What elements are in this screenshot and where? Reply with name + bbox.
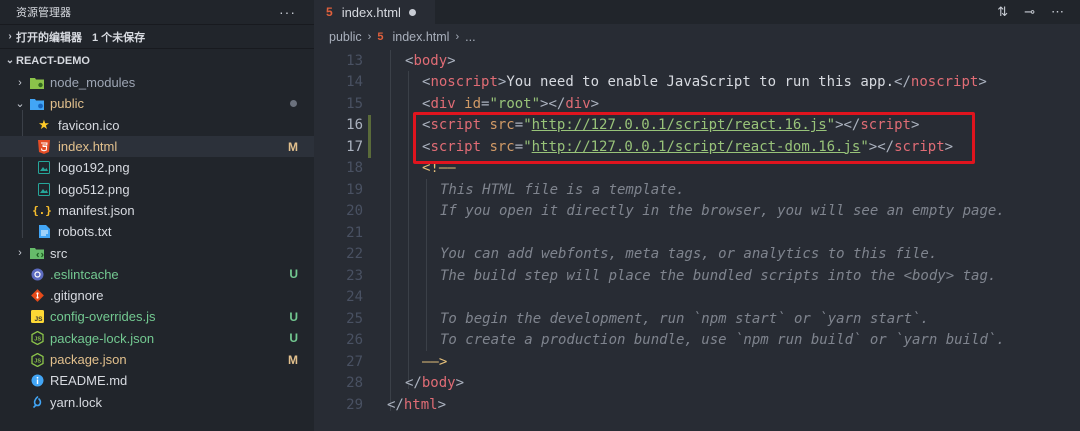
unsaved-dot[interactable] — [408, 8, 416, 16]
chevron-right-icon: › — [8, 31, 12, 42]
code-line: 20 If you open it directly in the browse… — [346, 203, 1005, 220]
project-section[interactable]: ⌄ REACT-DEMO — [0, 48, 314, 72]
code-line: 24 — [346, 289, 363, 306]
code-line: 13 <body> — [346, 52, 456, 69]
code-line: 26 To create a production bundle, use `n… — [346, 332, 1005, 349]
code-line: 25 To begin the development, run `npm st… — [346, 310, 929, 327]
tree-file-readme[interactable]: README.md — [0, 370, 314, 391]
npm-file-icon: JS — [30, 352, 44, 367]
chevron-right-icon: › — [18, 247, 22, 260]
tree-file-logo512[interactable]: logo512.png — [0, 178, 314, 199]
folder-node-icon — [30, 76, 44, 90]
code-line: 14 <noscript>You need to enable JavaScri… — [346, 74, 987, 91]
tree-file-config-overrides[interactable]: JS config-overrides.js U — [0, 306, 314, 327]
tree-folder-src[interactable]: › src — [0, 242, 314, 263]
git-file-icon — [30, 289, 44, 303]
yarn-file-icon — [30, 395, 44, 409]
tree-file-manifest[interactable]: {.} manifest.json — [0, 200, 314, 221]
chevron-down-icon: ⌄ — [5, 55, 15, 66]
unsaved-count: 1 个未保存 — [92, 31, 146, 44]
open-editors-section[interactable]: › 打开的编辑器 1 个未保存 — [0, 24, 314, 48]
npm-file-icon: JS — [30, 331, 44, 346]
eslint-file-icon — [30, 267, 44, 281]
chevron-right-icon: › — [18, 76, 22, 89]
more-actions-icon[interactable]: ··· — [279, 4, 296, 20]
more-actions-icon[interactable]: ⋯ — [1051, 4, 1064, 20]
tab-label: index.html — [341, 4, 401, 20]
svg-text:JS: JS — [34, 316, 43, 323]
folder-public-icon — [30, 97, 44, 111]
modified-dot — [290, 100, 297, 108]
breadcrumb: public › 5 index.html › ... — [314, 24, 1080, 50]
tab-index-html[interactable]: 5 index.html — [314, 0, 435, 24]
chevron-right-icon: › — [367, 31, 372, 43]
js-file-icon: JS — [30, 310, 44, 324]
html-file-icon: 5 — [377, 31, 384, 43]
comment-close-marker: ——> — [422, 353, 448, 370]
git-status-badge: U — [289, 309, 298, 324]
git-status-badge: U — [289, 331, 298, 346]
code-line: 29 </html> — [346, 396, 447, 413]
editor-actions: ⇅ ⊸ ⋯ — [997, 0, 1064, 24]
tree-folder-public[interactable]: ⌄ public — [0, 93, 314, 114]
html-file-icon — [37, 139, 51, 154]
explorer-sidebar: 资源管理器 ··· › 打开的编辑器 1 个未保存 ⌄ REACT-DEMO ›… — [0, 0, 314, 431]
image-file-icon — [37, 182, 51, 196]
tree-file-package-lock[interactable]: JS package-lock.json U — [0, 328, 314, 349]
code-line: 27 ——> — [346, 353, 448, 370]
breadcrumb-symbol[interactable]: ... — [465, 30, 475, 44]
open-editors-label: 打开的编辑器 — [16, 31, 82, 44]
tree-file-package-json[interactable]: JS package.json M — [0, 349, 314, 370]
code-area[interactable]: 13 <body> 14 <noscript>You need to enabl… — [314, 50, 1080, 431]
code-line: 23 The build step will place the bundled… — [346, 267, 997, 284]
open-changes-icon[interactable]: ⇅ — [997, 4, 1008, 20]
tree-folder-node-modules[interactable]: › node_modules — [0, 72, 314, 93]
breadcrumb-folder[interactable]: public — [329, 30, 362, 44]
git-status-badge: M — [288, 139, 298, 154]
tree-file-gitignore[interactable]: .gitignore — [0, 285, 314, 306]
tree-file-robots[interactable]: robots.txt — [0, 221, 314, 242]
chevron-right-icon: › — [455, 31, 460, 43]
star-icon: ★ — [38, 117, 50, 133]
breadcrumb-file[interactable]: index.html — [392, 30, 449, 44]
html-file-icon: 5 — [326, 5, 333, 19]
chevron-down-icon: ⌄ — [15, 98, 25, 111]
json-file-icon: {.} — [32, 203, 52, 217]
code-line: 22 You can add webfonts, meta tags, or a… — [346, 246, 938, 263]
info-file-icon — [30, 374, 44, 388]
code-line: 21 — [346, 224, 363, 241]
image-file-icon — [37, 161, 51, 175]
tree-file-favicon[interactable]: ★ favicon.ico — [0, 115, 314, 136]
code-line: 28 </body> — [346, 375, 465, 392]
tab-bar: 5 index.html ⇅ ⊸ ⋯ — [314, 0, 1080, 24]
explorer-title: 资源管理器 — [16, 7, 71, 19]
git-status-badge: U — [289, 267, 298, 282]
code-line: 19 This HTML file is a template. — [346, 181, 685, 198]
timeline-icon[interactable]: ⊸ — [1024, 4, 1035, 20]
editor-pane: 5 index.html ⇅ ⊸ ⋯ public › 5 index.html… — [314, 0, 1080, 431]
explorer-header: 资源管理器 ··· — [0, 0, 314, 24]
svg-text:JS: JS — [34, 358, 41, 364]
tree-file-yarn-lock[interactable]: yarn.lock — [0, 391, 314, 412]
tree-file-eslintcache[interactable]: .eslintcache U — [0, 264, 314, 285]
text-file-icon — [37, 225, 51, 239]
project-name: REACT-DEMO — [16, 54, 90, 67]
tree-file-index-html[interactable]: index.html M — [0, 135, 314, 158]
svg-text:JS: JS — [34, 337, 41, 343]
tree-file-logo192[interactable]: logo192.png — [0, 157, 314, 178]
folder-src-icon — [30, 246, 44, 260]
highlight-annotation-box — [413, 112, 975, 164]
git-status-badge: M — [288, 352, 298, 367]
